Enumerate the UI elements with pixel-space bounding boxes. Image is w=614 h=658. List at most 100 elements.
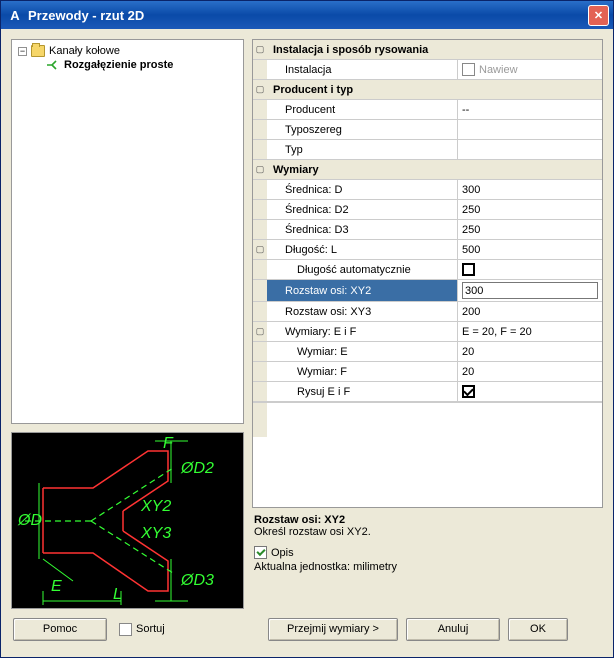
svg-text:ØD: ØD	[17, 512, 42, 529]
svg-text:E: E	[51, 578, 62, 595]
unit-label: Aktualna jednostka: milimetry	[252, 561, 603, 575]
table-row[interactable]: ▢ Wymiary: E i F E = 20, F = 20	[253, 322, 602, 342]
prop-key: Typoszereg	[267, 120, 458, 139]
prop-key: Typ	[267, 140, 458, 159]
section-label: Instalacja i sposób rysowania	[267, 40, 458, 59]
prop-value[interactable]: 250	[458, 220, 602, 239]
xy2-input[interactable]	[462, 282, 598, 299]
svg-text:L: L	[113, 586, 122, 603]
minus-icon[interactable]: ▢	[253, 240, 267, 259]
table-row[interactable]: Rozstaw osi: XY3 200	[253, 302, 602, 322]
prop-key: Wymiar: E	[267, 342, 458, 361]
prop-value[interactable]: Nawiew	[458, 60, 602, 79]
folder-icon	[31, 45, 45, 57]
titlebar: A Przewody - rzut 2D ✕	[1, 1, 613, 29]
table-row[interactable]: Średnica: D2 250	[253, 200, 602, 220]
table-row[interactable]: Producent --	[253, 100, 602, 120]
app-icon: A	[7, 7, 23, 23]
prop-key: Wymiary: E i F	[267, 322, 458, 341]
value-text: Nawiew	[479, 64, 518, 76]
ok-button[interactable]: OK	[508, 618, 568, 641]
right-column: ▢ Instalacja i sposób rysowania Instalac…	[252, 39, 603, 609]
tree-panel[interactable]: − Kanały kołowe Rozgałęzienie proste	[11, 39, 244, 424]
prop-value[interactable]	[458, 382, 602, 401]
description-panel: Rozstaw osi: XY2 Określ rozstaw osi XY2.	[252, 508, 603, 542]
minus-icon[interactable]: ▢	[253, 160, 267, 179]
prop-value[interactable]: 250	[458, 200, 602, 219]
prop-value[interactable]: 20	[458, 362, 602, 381]
sort-label: Sortuj	[136, 623, 165, 635]
section-label: Wymiary	[267, 160, 458, 179]
minus-icon[interactable]: −	[18, 47, 27, 56]
table-row[interactable]: Typoszereg	[253, 120, 602, 140]
table-row-selected[interactable]: Rozstaw osi: XY2	[253, 280, 602, 302]
table-row[interactable]: Typ	[253, 140, 602, 160]
minus-icon[interactable]: ▢	[253, 80, 267, 99]
help-button[interactable]: Pomoc	[13, 618, 107, 641]
checkbox-icon[interactable]	[462, 385, 475, 398]
prop-value[interactable]: 20	[458, 342, 602, 361]
table-row[interactable]: Średnica: D3 250	[253, 220, 602, 240]
prop-key: Średnica: D	[267, 180, 458, 199]
prop-key: Rozstaw osi: XY3	[267, 302, 458, 321]
svg-text:XY3: XY3	[140, 525, 171, 542]
svg-text:XY2: XY2	[140, 498, 171, 515]
tree-child-row[interactable]: Rozgałęzienie proste	[14, 58, 241, 72]
section-header[interactable]: ▢ Instalacja i sposób rysowania	[253, 40, 602, 60]
window-title: Przewody - rzut 2D	[28, 8, 588, 23]
opis-label: Opis	[271, 547, 294, 559]
table-row[interactable]: Wymiar: E 20	[253, 342, 602, 362]
minus-icon[interactable]: ▢	[253, 322, 267, 341]
prop-value[interactable]	[458, 140, 602, 159]
prop-value[interactable]: --	[458, 100, 602, 119]
table-row[interactable]: Średnica: D 300	[253, 180, 602, 200]
bottom-bar: Pomoc Sortuj Przejmij wymiary > Anuluj O…	[1, 609, 613, 649]
accept-button[interactable]: Przejmij wymiary >	[268, 618, 398, 641]
description-text: Określ rozstaw osi XY2.	[254, 526, 601, 538]
prop-value[interactable]: 300	[458, 180, 602, 199]
prop-key: Średnica: D3	[267, 220, 458, 239]
property-grid[interactable]: ▢ Instalacja i sposób rysowania Instalac…	[252, 39, 603, 508]
opis-checkbox[interactable]	[254, 546, 267, 559]
prop-key: Wymiar: F	[267, 362, 458, 381]
prop-value[interactable]: E = 20, F = 20	[458, 322, 602, 341]
tree-root-row[interactable]: − Kanały kołowe	[14, 44, 241, 58]
table-row[interactable]: Instalacja Nawiew	[253, 60, 602, 80]
prop-key: Rozstaw osi: XY2	[267, 280, 458, 301]
prop-value[interactable]	[458, 260, 602, 279]
description-title: Rozstaw osi: XY2	[254, 514, 601, 526]
svg-text:ØD2: ØD2	[180, 460, 214, 477]
prop-value[interactable]: 500	[458, 240, 602, 259]
table-row[interactable]: Wymiar: F 20	[253, 362, 602, 382]
table-row[interactable]: Rysuj E i F	[253, 382, 602, 402]
sort-checkbox[interactable]	[119, 623, 132, 636]
minus-icon[interactable]: ▢	[253, 40, 267, 59]
left-column: − Kanały kołowe Rozgałęzienie proste	[11, 39, 244, 609]
table-row[interactable]: ▢ Długość: L 500	[253, 240, 602, 260]
section-label: Producent i typ	[267, 80, 458, 99]
prop-key: Rysuj E i F	[267, 382, 458, 401]
table-row[interactable]: Długość automatycznie	[253, 260, 602, 280]
prop-key: Długość: L	[267, 240, 458, 259]
opis-row: Opis	[252, 542, 603, 561]
svg-text:F: F	[163, 435, 174, 452]
branch-icon	[46, 59, 60, 71]
prop-key: Producent	[267, 100, 458, 119]
cancel-button[interactable]: Anuluj	[406, 618, 500, 641]
close-icon[interactable]: ✕	[588, 5, 609, 26]
prop-key: Instalacja	[267, 60, 458, 79]
tree-child-label: Rozgałęzienie proste	[62, 59, 175, 71]
checkbox-icon[interactable]	[462, 63, 475, 76]
section-header[interactable]: ▢ Producent i typ	[253, 80, 602, 100]
prop-value[interactable]	[458, 280, 602, 301]
checkbox-icon[interactable]	[462, 263, 475, 276]
sort-box: Sortuj	[119, 623, 165, 636]
prop-value[interactable]	[458, 120, 602, 139]
prop-key: Średnica: D2	[267, 200, 458, 219]
prop-value[interactable]: 200	[458, 302, 602, 321]
svg-text:ØD3: ØD3	[180, 572, 214, 589]
tree-root-label: Kanały kołowe	[47, 45, 122, 57]
content-area: − Kanały kołowe Rozgałęzienie proste	[1, 29, 613, 609]
preview-panel: F ØD2 XY2 XY3 ØD ØD3 E L	[11, 432, 244, 609]
section-header[interactable]: ▢ Wymiary	[253, 160, 602, 180]
